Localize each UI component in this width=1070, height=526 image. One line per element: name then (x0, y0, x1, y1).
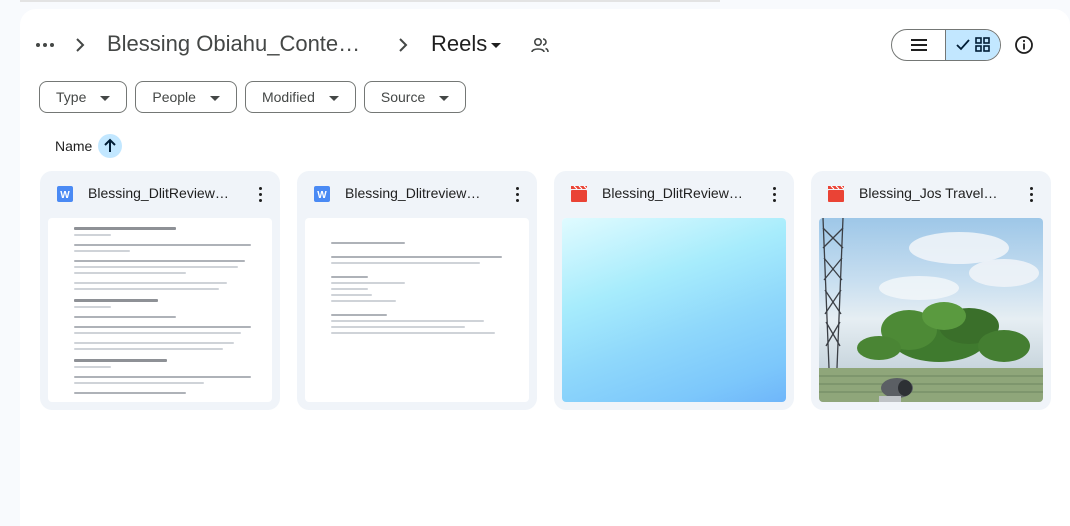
view-toggle (891, 29, 1001, 61)
file-card-title-row: Blessing_DlitReview… (554, 183, 794, 205)
current-folder-label: Reels (431, 31, 488, 56)
dropdown-caret-icon (328, 96, 339, 101)
file-card-title-row: W Blessing_Dlitreview… (297, 183, 537, 205)
doc-preview (331, 238, 517, 334)
word-doc-icon: W (57, 186, 73, 202)
photo-preview (819, 218, 1043, 402)
dropdown-caret-icon (491, 43, 502, 48)
more-horizontal-icon[interactable] (34, 35, 56, 55)
file-name: Blessing_Jos Travel… (859, 185, 998, 201)
file-card-title-row: Blessing_Jos Travel… (811, 183, 1051, 205)
list-view-button[interactable] (892, 30, 947, 60)
grid-view-button[interactable] (946, 30, 1000, 60)
filter-people-label: People (152, 89, 196, 105)
file-card[interactable]: Blessing_Jos Travel… (811, 171, 1051, 410)
header: Blessing Obiahu_Conte… Reels (20, 9, 1070, 81)
file-card[interactable]: W Blessing_DlitReview… (40, 171, 280, 410)
doc-preview (74, 218, 260, 394)
filter-modified-label: Modified (261, 89, 315, 105)
svg-text:W: W (60, 190, 70, 201)
list-icon (910, 39, 927, 51)
filter-chips: Type People Modified Source (39, 81, 467, 113)
video-clapper-icon (828, 186, 844, 202)
file-thumbnail (305, 218, 529, 402)
filter-source-label: Source (380, 89, 426, 105)
word-doc-icon: W (314, 186, 330, 202)
file-name: Blessing_DlitReview… (602, 185, 743, 201)
top-strip (20, 0, 720, 2)
filter-type-label: Type (56, 89, 87, 105)
file-thumbnail (562, 218, 786, 402)
breadcrumb-folder[interactable]: Blessing Obiahu_Conte… (107, 31, 360, 57)
file-card[interactable]: Blessing_DlitReview… (554, 171, 794, 410)
svg-text:W: W (317, 190, 327, 201)
arrow-up-icon (104, 138, 117, 152)
dropdown-caret-icon (100, 96, 111, 101)
video-preview (562, 218, 786, 402)
more-vertical-icon[interactable] (252, 183, 268, 205)
more-vertical-icon[interactable] (766, 183, 782, 205)
sort-control: Name (55, 134, 123, 158)
filter-type[interactable]: Type (39, 81, 128, 113)
sort-direction-button[interactable] (98, 134, 123, 158)
file-thumbnail (48, 218, 272, 402)
dropdown-caret-icon (209, 96, 220, 101)
sort-label[interactable]: Name (55, 138, 92, 154)
filter-source[interactable]: Source (363, 81, 467, 113)
people-icon[interactable] (530, 36, 550, 54)
content-panel: Blessing Obiahu_Conte… Reels Type People… (20, 9, 1070, 526)
grid-check-icon (956, 37, 990, 52)
dropdown-caret-icon (439, 96, 450, 101)
chevron-right-icon (395, 36, 411, 54)
breadcrumb-current-folder[interactable]: Reels (431, 31, 502, 57)
file-card[interactable]: W Blessing_Dlitreview… (297, 171, 537, 410)
file-name: Blessing_Dlitreview… (345, 185, 481, 201)
chevron-right-icon (72, 36, 88, 54)
more-vertical-icon[interactable] (1023, 183, 1039, 205)
video-clapper-icon (571, 186, 587, 202)
info-icon[interactable] (1014, 35, 1034, 55)
file-thumbnail (819, 218, 1043, 402)
filter-modified[interactable]: Modified (244, 81, 356, 113)
more-vertical-icon[interactable] (509, 183, 525, 205)
filter-people[interactable]: People (135, 81, 237, 113)
file-name: Blessing_DlitReview… (88, 185, 229, 201)
file-card-title-row: W Blessing_DlitReview… (40, 183, 280, 205)
travel-photo (819, 218, 1043, 402)
